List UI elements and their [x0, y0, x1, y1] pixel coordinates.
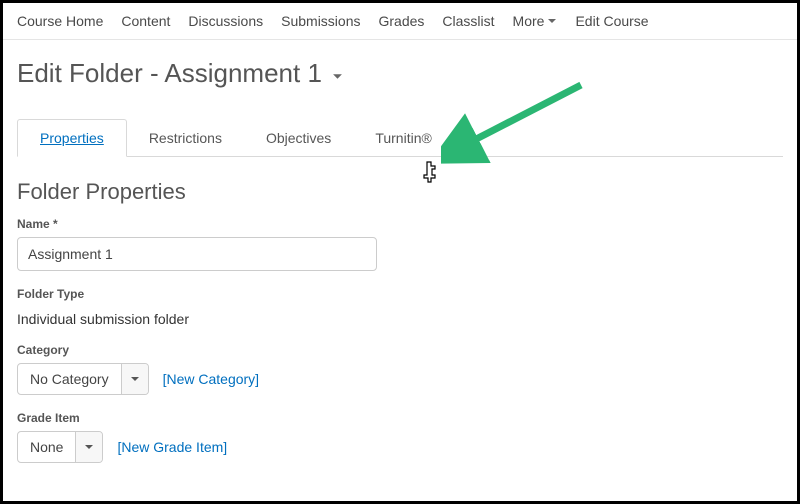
nav-submissions[interactable]: Submissions — [281, 13, 360, 29]
title-dropdown-icon[interactable] — [332, 69, 343, 85]
new-grade-item-link[interactable]: [New Grade Item] — [117, 439, 227, 455]
field-folder-type: Folder Type Individual submission folder — [3, 287, 797, 343]
top-nav: Course Home Content Discussions Submissi… — [3, 3, 797, 40]
page-title: Edit Folder - Assignment 1 — [17, 58, 322, 89]
nav-classlist[interactable]: Classlist — [442, 13, 494, 29]
tabs: Properties Restrictions Objectives Turni… — [17, 119, 783, 157]
section-heading: Folder Properties — [3, 157, 797, 217]
folder-type-label: Folder Type — [17, 287, 783, 301]
field-category: Category No Category [New Category] — [3, 343, 797, 411]
category-select-value: No Category — [18, 364, 121, 394]
grade-item-label: Grade Item — [17, 411, 783, 425]
page-title-row: Edit Folder - Assignment 1 — [3, 40, 797, 99]
tab-restrictions[interactable]: Restrictions — [127, 120, 244, 156]
field-grade-item: Grade Item None [New Grade Item] — [3, 411, 797, 479]
name-label: Name — [17, 217, 50, 231]
nav-course-home[interactable]: Course Home — [17, 13, 103, 29]
nav-edit-course[interactable]: Edit Course — [575, 13, 648, 29]
folder-type-value: Individual submission folder — [17, 307, 783, 327]
category-label: Category — [17, 343, 783, 357]
grade-item-select[interactable]: None — [17, 431, 103, 463]
required-indicator: * — [53, 217, 58, 231]
category-select[interactable]: No Category — [17, 363, 149, 395]
grade-item-select-value: None — [18, 432, 75, 462]
tab-objectives[interactable]: Objectives — [244, 120, 353, 156]
chevron-down-icon — [75, 432, 102, 462]
tab-turnitin[interactable]: Turnitin® — [353, 120, 453, 156]
nav-more[interactable]: More — [513, 13, 558, 29]
new-category-link[interactable]: [New Category] — [163, 371, 259, 387]
chevron-down-icon — [547, 16, 557, 26]
field-name: Name * — [3, 217, 797, 287]
tab-properties[interactable]: Properties — [17, 119, 127, 157]
nav-discussions[interactable]: Discussions — [188, 13, 263, 29]
nav-content[interactable]: Content — [121, 13, 170, 29]
chevron-down-icon — [121, 364, 148, 394]
nav-grades[interactable]: Grades — [379, 13, 425, 29]
name-input[interactable] — [17, 237, 377, 271]
nav-more-label: More — [513, 13, 545, 29]
